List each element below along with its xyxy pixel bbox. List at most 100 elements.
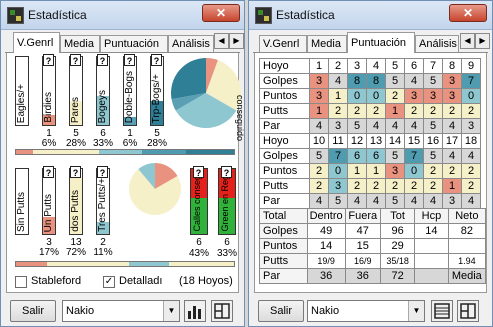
table-row-hoyo: Hoyo 1 2 3 4 5 6 7 8 9	[259, 58, 481, 74]
table-cell: 36	[306, 268, 346, 284]
tab-scroll-left-button[interactable]: ◀	[214, 33, 229, 49]
table-cell: 2	[461, 103, 481, 119]
table-cell: 3	[328, 178, 348, 194]
totals-row-putts: Putts 19/9 16/9 35/18 1.94	[259, 253, 487, 269]
table-cell: 4	[366, 118, 386, 134]
table-row-puntos: Puntos 3 1 0 0 2 3 3 3 0	[259, 88, 481, 104]
row-header: Puntos	[259, 88, 310, 104]
tab-scroll-right-button[interactable]: ▶	[475, 33, 490, 49]
tab-media[interactable]: Media	[60, 35, 100, 52]
statistics-window-scorecard: Estadística ✕ V.Genrl Media Puntuación A…	[248, 0, 493, 327]
stableford-label: Stableford	[31, 275, 82, 287]
player-select[interactable]: Nakio ▼	[62, 300, 180, 322]
tab-scroll-left-button[interactable]: ◀	[460, 33, 475, 49]
stat-bar-label: Pares	[70, 96, 81, 123]
detailed-label: Detalladı	[119, 275, 163, 287]
chevron-down-icon[interactable]: ▼	[163, 301, 179, 321]
exit-button[interactable]: Salir	[10, 300, 56, 322]
tab-puntuacion[interactable]: Puntuación	[347, 32, 415, 53]
table-cell: 2	[404, 178, 424, 194]
player-select[interactable]: Nakio ▼	[307, 300, 425, 322]
table-view-button[interactable]	[431, 300, 453, 322]
row-header: Putts	[259, 178, 310, 194]
help-icon: ?	[70, 166, 81, 178]
chevron-down-icon[interactable]: ▼	[408, 301, 424, 321]
stableford-checkbox[interactable]	[15, 276, 27, 288]
table-row-par: Par 4 3 5 4 4 4 5 4 3	[259, 118, 481, 134]
totals-row-par: Par 36 36 72 Media	[259, 268, 487, 284]
table-cell: Hcp	[414, 208, 449, 224]
tab-general[interactable]: V.Genrl	[259, 35, 307, 52]
table-cell: 2	[309, 163, 329, 179]
table-cell: 6	[404, 58, 424, 74]
stat-bar-label: Un Putts	[43, 193, 54, 232]
table-cell: 4	[461, 193, 481, 209]
table-cell: 3	[423, 88, 443, 104]
table-cell: 6	[366, 148, 386, 164]
table-cell: 4	[442, 148, 462, 164]
table-cell: Neto	[447, 208, 487, 224]
tab-scroll-right-button[interactable]: ▶	[229, 33, 244, 49]
help-icon: ?	[43, 54, 54, 66]
exit-button[interactable]: Salir	[258, 300, 304, 322]
layout-view-button[interactable]	[457, 300, 479, 322]
pie-caption: conseguido	[235, 95, 245, 141]
detailed-checkbox[interactable]: ✓	[103, 276, 115, 288]
table-cell: 5	[423, 148, 443, 164]
table-cell: 5	[423, 73, 443, 89]
close-button[interactable]: ✕	[202, 4, 240, 22]
table-cell: 4	[347, 193, 367, 209]
table-cell: Dentro	[306, 208, 346, 224]
tab-media[interactable]: Media	[307, 35, 347, 52]
close-button[interactable]: ✕	[449, 4, 487, 22]
row-header: Golpes	[259, 73, 310, 89]
help-icon: ?	[70, 54, 81, 66]
totals-row-puntos: Puntos 14 15 29	[259, 238, 487, 254]
stat-percent: 72%	[65, 247, 86, 258]
table-cell: 9	[461, 58, 481, 74]
tab-puntuacion[interactable]: Puntuación	[100, 35, 168, 52]
table-cell: 3	[461, 118, 481, 134]
table-cell: 47	[344, 223, 382, 239]
table-cell: 6	[347, 148, 367, 164]
table-cell: 7	[423, 58, 443, 74]
help-icon: ?	[43, 166, 54, 178]
app-icon	[7, 6, 24, 24]
putts-color-strip	[15, 261, 235, 267]
fairways-count: 6	[196, 237, 202, 248]
stat-percent: 11%	[93, 247, 113, 258]
tab-analisis[interactable]: Análisis	[168, 35, 214, 52]
table-cell: 17	[442, 133, 462, 149]
table-cell: 2	[423, 103, 443, 119]
row-header: Hoyo	[259, 133, 310, 149]
table-cell	[447, 238, 487, 254]
table-cell: 4	[404, 73, 424, 89]
table-cell: 5	[385, 58, 405, 74]
table-cell: 1	[385, 103, 405, 119]
table-cell: 3	[347, 58, 367, 74]
row-header: Total	[259, 208, 308, 224]
table-cell: 5	[385, 193, 405, 209]
table-cell: 13	[366, 133, 386, 149]
row-header: Putts	[259, 103, 310, 119]
fairways-help-icon: ?	[193, 166, 204, 178]
table-cell: 5	[385, 73, 405, 89]
stat-bar-label: Doble-Bogs	[124, 70, 135, 123]
statistics-window-general: Estadística ✕ V.Genrl Media Puntuación A…	[0, 0, 245, 327]
table-cell: 2	[347, 103, 367, 119]
table-cell: Media	[447, 268, 487, 284]
tab-general[interactable]: V.Genrl	[13, 32, 60, 53]
grid-layout-icon	[214, 303, 230, 319]
table-cell: 5	[347, 118, 367, 134]
table-cell: 0	[404, 163, 424, 179]
stat-bar-label: Bogeys	[97, 89, 108, 123]
row-header: Putts	[259, 253, 308, 269]
bar-chart-view-button[interactable]	[184, 300, 206, 322]
layout-view-button[interactable]	[211, 300, 233, 322]
table-cell: 8	[347, 73, 367, 89]
row-header: Puntos	[259, 163, 310, 179]
tab-analisis[interactable]: Análisis	[415, 35, 459, 52]
table-cell: Tot	[380, 208, 416, 224]
table-cell: 2	[385, 88, 405, 104]
table-row-golpes: Golpes 3 4 8 8 5 4 5 3 7	[259, 73, 481, 89]
